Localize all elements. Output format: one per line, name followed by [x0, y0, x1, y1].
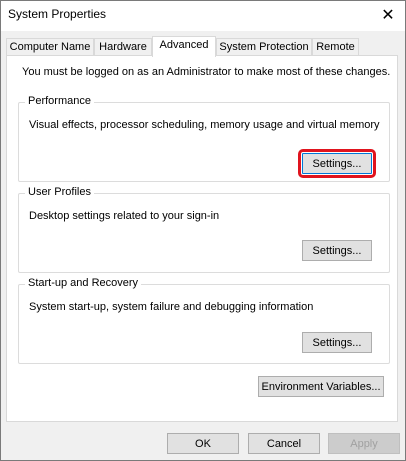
- tab-system-protection[interactable]: System Protection: [216, 38, 312, 56]
- tab-remote[interactable]: Remote: [312, 38, 359, 56]
- environment-variables-button[interactable]: Environment Variables...: [258, 376, 384, 397]
- tab-computer-name[interactable]: Computer Name: [6, 38, 94, 56]
- tab-advanced[interactable]: Advanced: [152, 36, 216, 57]
- user-profiles-description: Desktop settings related to your sign-in: [29, 210, 220, 222]
- startup-recovery-title: Start-up and Recovery: [25, 277, 142, 289]
- startup-recovery-group: Start-up and Recovery System start-up, s…: [18, 277, 390, 364]
- performance-description: Visual effects, processor scheduling, me…: [29, 119, 380, 131]
- cancel-button[interactable]: Cancel: [248, 433, 320, 454]
- advanced-tab-panel: You must be logged on as an Administrato…: [6, 55, 398, 422]
- ok-button[interactable]: OK: [167, 433, 239, 454]
- system-properties-window: System Properties ✕ Computer Name Hardwa…: [0, 0, 406, 461]
- apply-button[interactable]: Apply: [328, 433, 400, 454]
- tab-hardware[interactable]: Hardware: [94, 38, 152, 56]
- performance-settings-button[interactable]: Settings...: [298, 149, 376, 178]
- admin-note: You must be logged on as an Administrato…: [22, 66, 391, 78]
- startup-recovery-description: System start-up, system failure and debu…: [29, 301, 314, 313]
- user-profiles-settings-button[interactable]: Settings...: [302, 240, 372, 261]
- startup-recovery-settings-button[interactable]: Settings...: [302, 332, 372, 353]
- tab-strip: Computer Name Hardware Advanced System P…: [6, 36, 406, 57]
- user-profiles-group: User Profiles Desktop settings related t…: [18, 186, 390, 273]
- performance-title: Performance: [25, 95, 94, 107]
- window-title: System Properties: [8, 7, 107, 21]
- performance-group: Performance Visual effects, processor sc…: [18, 95, 390, 182]
- title-bar: System Properties ✕: [1, 1, 405, 31]
- user-profiles-title: User Profiles: [25, 186, 94, 198]
- close-icon[interactable]: ✕: [371, 1, 405, 29]
